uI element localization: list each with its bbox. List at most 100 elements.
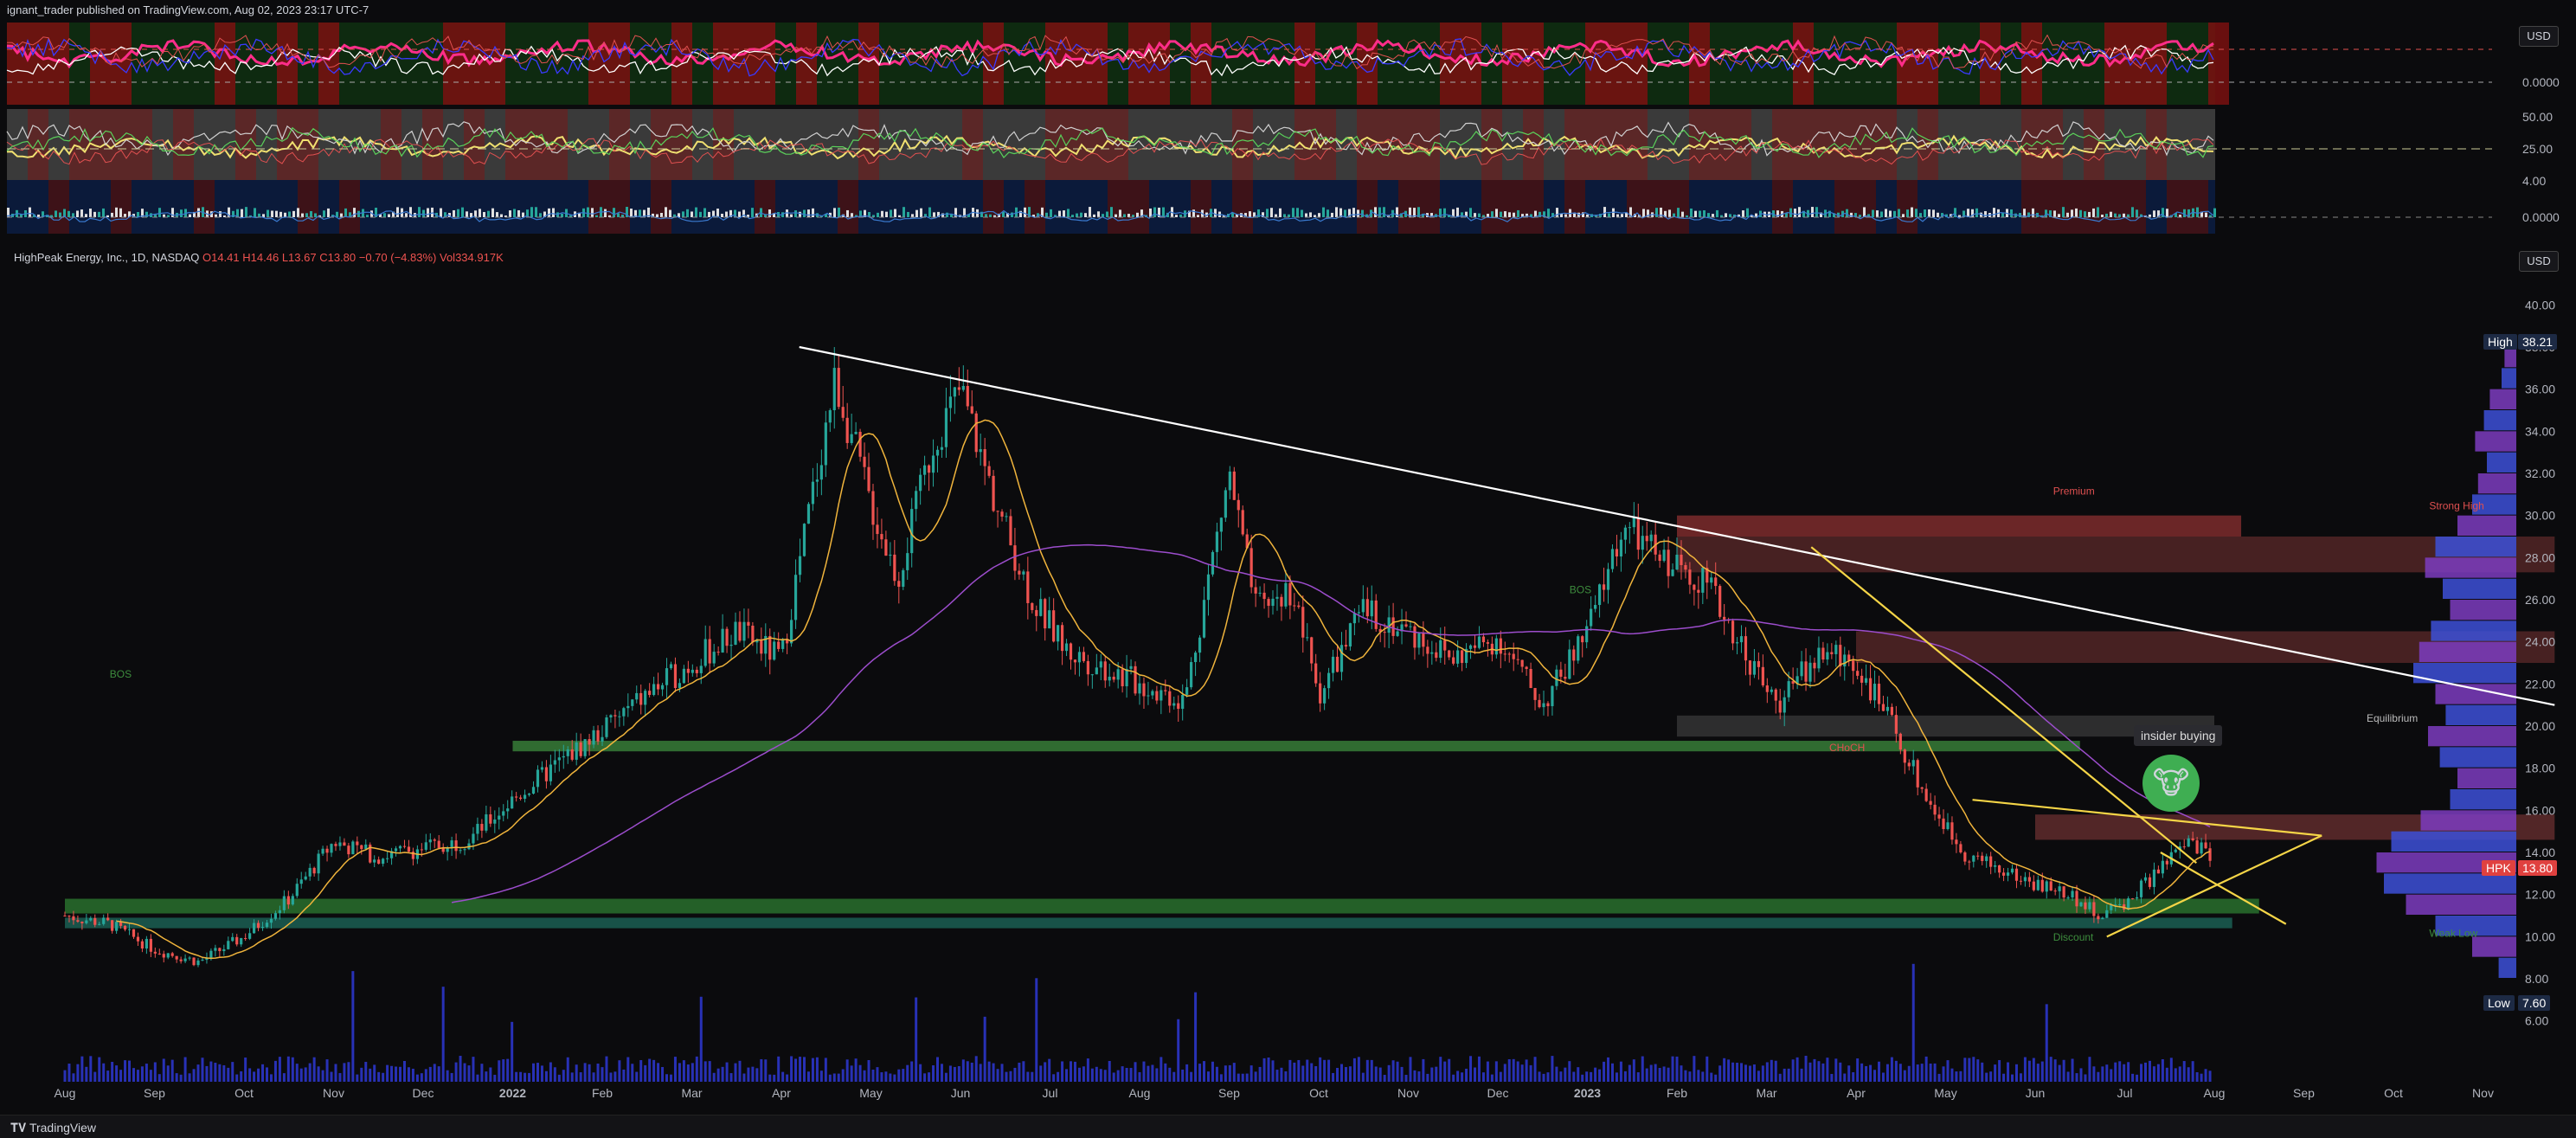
volume-bar [2027, 1060, 2031, 1082]
histogram-bar [2097, 207, 2099, 217]
candle-body [244, 937, 247, 939]
volume-bar [1185, 1064, 1189, 1082]
candle-body [2101, 917, 2104, 920]
histogram-bar [1681, 211, 1684, 217]
volume-bar [1443, 1061, 1447, 1082]
histogram-bar [522, 212, 524, 217]
price-chart[interactable]: 6.00 8.00 10.00 12.00 14.00 16.00 18.00 20.00 22… [0, 249, 2576, 1115]
histogram-bar [1993, 208, 1995, 217]
candle-body [1662, 550, 1666, 562]
candle-body [2174, 849, 2177, 852]
histogram-bar [2131, 207, 2134, 217]
y-tick-26: 26.00 [2525, 593, 2555, 607]
candle-body [511, 796, 514, 809]
volume-bar [1378, 1067, 1382, 1082]
candle-body [1757, 660, 1760, 667]
volume-bar [944, 1072, 948, 1082]
candle-body [1998, 865, 2001, 873]
volume-bar [2062, 1059, 2065, 1082]
currency-button-top[interactable]: USD [2519, 26, 2559, 47]
candle-body [1108, 676, 1111, 681]
volume-bar [1903, 1070, 1906, 1082]
volume-bar [115, 1065, 119, 1082]
volume-bar [149, 1070, 152, 1082]
candle-body [751, 625, 755, 643]
histogram-bar [2136, 209, 2138, 217]
candle-body [863, 456, 866, 467]
volume-bar [67, 1064, 71, 1082]
histogram-bar [1668, 209, 1671, 217]
volume-bar [493, 1074, 497, 1082]
volume-bar [2152, 1066, 2155, 1082]
tradingview-logo[interactable]: 𝐓𝐕 TradingView [10, 1121, 96, 1135]
candle-body [1533, 688, 1537, 700]
volume-bar [2097, 1071, 2100, 1082]
histogram-bar [1500, 211, 1502, 217]
histogram-bar [1478, 213, 1481, 217]
volume-bar [2182, 1061, 2186, 1082]
volume-bar [2148, 1060, 2151, 1082]
footer-bar: 𝐓𝐕 TradingView [0, 1115, 2576, 1138]
volume-bar [2105, 1064, 2109, 1082]
candle-body [2191, 838, 2194, 841]
volume-bar [553, 1067, 556, 1082]
histogram-bar [1115, 214, 1117, 217]
volume-profile-bar [2439, 747, 2516, 768]
candle-body [2127, 898, 2130, 910]
volume-bar [1125, 1067, 1128, 1082]
volume-bar [364, 1062, 368, 1082]
volume-bar [524, 1072, 527, 1082]
candle-body [506, 808, 510, 812]
candle-body [1422, 633, 1425, 647]
histogram-bar [1214, 209, 1217, 217]
volume-bar [1568, 1061, 1571, 1082]
volume-bar [145, 1064, 148, 1082]
candle-body [1606, 569, 1610, 590]
volume-bar [489, 1067, 492, 1082]
histogram-bar [245, 207, 247, 217]
candle-body [1881, 704, 1885, 711]
candle-body [536, 769, 540, 788]
candle-body [424, 842, 427, 850]
volume-bar [1249, 1065, 1253, 1082]
panel-3-stripe [2063, 180, 2084, 234]
volume-bar [824, 1058, 827, 1082]
candle-body [944, 408, 948, 447]
candle-body [1035, 609, 1038, 616]
candle-body [1890, 706, 1893, 716]
volume-bar [485, 1071, 488, 1082]
candle-body [1843, 654, 1847, 667]
volume-bar [806, 1071, 810, 1082]
volume-bar [98, 1057, 101, 1082]
note-equilibrium: Equilibrium [2367, 712, 2418, 724]
candle-body [260, 927, 265, 929]
candle-body [691, 669, 694, 673]
candle-body [1013, 545, 1017, 571]
volume-bar [1284, 1070, 1288, 1082]
candle-body [1787, 681, 1790, 698]
candle-body [557, 757, 561, 761]
candle-body [940, 447, 944, 450]
histogram-bar [55, 210, 57, 217]
candle-body [102, 917, 106, 924]
panel-1-stripe [90, 23, 111, 105]
histogram-bar [102, 208, 105, 217]
candle-body [2010, 868, 2014, 873]
candle-body [1413, 626, 1416, 648]
candle-body [768, 635, 772, 660]
volume-bar [768, 1074, 772, 1082]
volume-bar [1731, 1062, 1735, 1082]
candle-body [523, 794, 527, 800]
volume-bar [1533, 1057, 1537, 1082]
volume-bar [858, 1064, 862, 1082]
candle-body [686, 668, 690, 673]
volume-bar [1976, 1059, 1980, 1082]
candle-body [1327, 672, 1331, 689]
candle-body [876, 524, 879, 535]
volume-bar [1142, 1061, 1146, 1082]
volume-bar [691, 1063, 694, 1082]
volume-bar [1044, 1062, 1047, 1082]
x-tick-May: May [1934, 1086, 1956, 1100]
volume-bar [1164, 1063, 1167, 1082]
yellow-upper-1[interactable] [1810, 546, 2197, 865]
